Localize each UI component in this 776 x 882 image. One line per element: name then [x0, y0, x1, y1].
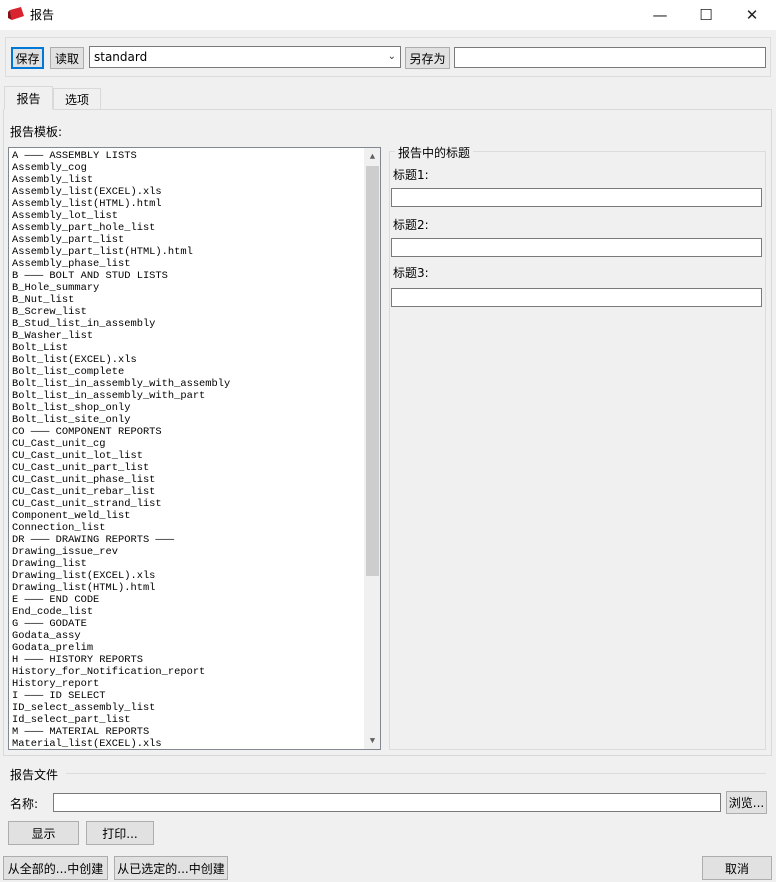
template-list-item[interactable]: Assembly_cog	[9, 162, 364, 174]
minimize-button[interactable]: —	[637, 0, 683, 30]
template-list-item[interactable]: B_Screw_list	[9, 306, 364, 318]
template-list-item[interactable]: Material_list(EXCEL).xls	[9, 738, 364, 749]
template-list-item[interactable]: Drawing_list	[9, 558, 364, 570]
create-from-selected-button[interactable]: 从已选定的...中创建	[114, 856, 228, 880]
template-list-item[interactable]: CU_Cast_unit_lot_list	[9, 450, 364, 462]
template-list-item[interactable]: E ——— END CODE	[9, 594, 364, 606]
template-list-item[interactable]: CU_Cast_unit_rebar_list	[9, 486, 364, 498]
chevron-down-icon[interactable]: ⌄	[388, 51, 396, 62]
save-button[interactable]: 保存	[11, 47, 44, 69]
template-list-item[interactable]: CU_Cast_unit_part_list	[9, 462, 364, 474]
template-list-item[interactable]: Assembly_lot_list	[9, 210, 364, 222]
template-list-item[interactable]: Bolt_List	[9, 342, 364, 354]
template-list-item[interactable]: G ——— GODATE	[9, 618, 364, 630]
template-list-item[interactable]: ID_select_assembly_list	[9, 702, 364, 714]
template-list[interactable]: A ——— ASSEMBLY LISTS Assembly_cog Assembly…	[8, 147, 381, 750]
scroll-up-icon[interactable]: ▲	[364, 148, 380, 165]
cancel-button[interactable]: 取消	[702, 856, 772, 880]
report-file-divider	[66, 773, 766, 774]
load-button[interactable]: 读取	[50, 47, 84, 69]
template-list-item[interactable]: Bolt_list_in_assembly_with_assembly	[9, 378, 364, 390]
template-list-item[interactable]: I ——— ID SELECT	[9, 690, 364, 702]
template-list-item[interactable]: B_Washer_list	[9, 330, 364, 342]
template-list-item[interactable]: CU_Cast_unit_cg	[9, 438, 364, 450]
app-icon	[8, 7, 24, 20]
report-file-group-label: 报告文件	[10, 766, 63, 783]
template-list-item[interactable]: Assembly_part_hole_list	[9, 222, 364, 234]
template-list-item[interactable]: Id_select_part_list	[9, 714, 364, 726]
template-list-item[interactable]: CU_Cast_unit_strand_list	[9, 498, 364, 510]
template-list-item[interactable]: Assembly_list(HTML).html	[9, 198, 364, 210]
template-list-item[interactable]: Component_weld_list	[9, 510, 364, 522]
tab-options[interactable]: 选项	[53, 88, 101, 109]
save-as-input[interactable]	[454, 47, 766, 68]
show-button[interactable]: 显示	[8, 821, 79, 845]
heading1-label: 标题1:	[393, 168, 429, 182]
template-list-scrollbar[interactable]: ▲ ▼	[364, 148, 380, 749]
template-list-item[interactable]: Drawing_issue_rev	[9, 546, 364, 558]
template-list-item[interactable]: Bolt_list(EXCEL).xls	[9, 354, 364, 366]
browse-button[interactable]: 浏览...	[726, 791, 767, 814]
template-list-item[interactable]: Assembly_part_list(HTML).html	[9, 246, 364, 258]
create-from-all-button[interactable]: 从全部的...中创建	[3, 856, 108, 880]
template-list-item[interactable]: Assembly_list(EXCEL).xls	[9, 186, 364, 198]
template-list-item[interactable]: End_code_list	[9, 606, 364, 618]
template-list-item[interactable]: Assembly_part_list	[9, 234, 364, 246]
template-list-item[interactable]: History_for_Notification_report	[9, 666, 364, 678]
settings-combo-value: standard	[94, 50, 148, 64]
heading2-input[interactable]	[391, 238, 762, 257]
template-list-item[interactable]: Godata_assy	[9, 630, 364, 642]
template-list-item[interactable]: Assembly_phase_list	[9, 258, 364, 270]
name-input[interactable]	[53, 793, 721, 812]
template-list-item[interactable]: Godata_prelim	[9, 642, 364, 654]
heading1-input[interactable]	[391, 188, 762, 207]
template-list-item[interactable]: Bolt_list_shop_only	[9, 402, 364, 414]
template-list-item[interactable]: Assembly_list	[9, 174, 364, 186]
template-list-item[interactable]: B_Hole_summary	[9, 282, 364, 294]
template-list-item[interactable]: Drawing_list(HTML).html	[9, 582, 364, 594]
template-list-item[interactable]: Connection_list	[9, 522, 364, 534]
tab-report[interactable]: 报告	[4, 86, 53, 110]
heading3-label: 标题3:	[393, 266, 429, 280]
print-button[interactable]: 打印...	[86, 821, 154, 845]
template-list-item[interactable]: M ——— MATERIAL REPORTS	[9, 726, 364, 738]
template-list-item[interactable]: H ——— HISTORY REPORTS	[9, 654, 364, 666]
template-list-item[interactable]: B_Stud_list_in_assembly	[9, 318, 364, 330]
template-list-item[interactable]: A ——— ASSEMBLY LISTS	[9, 150, 364, 162]
template-list-item[interactable]: B ——— BOLT AND STUD LISTS	[9, 270, 364, 282]
template-list-item[interactable]: Drawing_list(EXCEL).xls	[9, 570, 364, 582]
save-as-button[interactable]: 另存为	[405, 47, 450, 69]
template-list-item[interactable]: Bolt_list_in_assembly_with_part	[9, 390, 364, 402]
template-list-item[interactable]: DR ——— DRAWING REPORTS ———	[9, 534, 364, 546]
headings-group-label: 报告中的标题	[395, 144, 474, 161]
scroll-down-icon[interactable]: ▼	[364, 732, 380, 749]
template-list-item[interactable]: Bolt_list_site_only	[9, 414, 364, 426]
heading3-input[interactable]	[391, 288, 762, 307]
close-button[interactable]: ✕	[729, 0, 775, 30]
scroll-thumb[interactable]	[366, 166, 379, 576]
templates-label: 报告模板:	[10, 125, 63, 139]
template-list-item[interactable]: CU_Cast_unit_phase_list	[9, 474, 364, 486]
template-list-item[interactable]: History_report	[9, 678, 364, 690]
template-list-item[interactable]: B_Nut_list	[9, 294, 364, 306]
maximize-button[interactable]: ☐	[683, 0, 729, 30]
heading2-label: 标题2:	[393, 218, 429, 232]
window-title: 报告	[30, 8, 55, 22]
name-label: 名称:	[10, 797, 39, 811]
template-list-item[interactable]: CO ——— COMPONENT REPORTS	[9, 426, 364, 438]
template-list-item[interactable]: Bolt_list_complete	[9, 366, 364, 378]
settings-combo[interactable]: standard ⌄	[89, 46, 401, 68]
